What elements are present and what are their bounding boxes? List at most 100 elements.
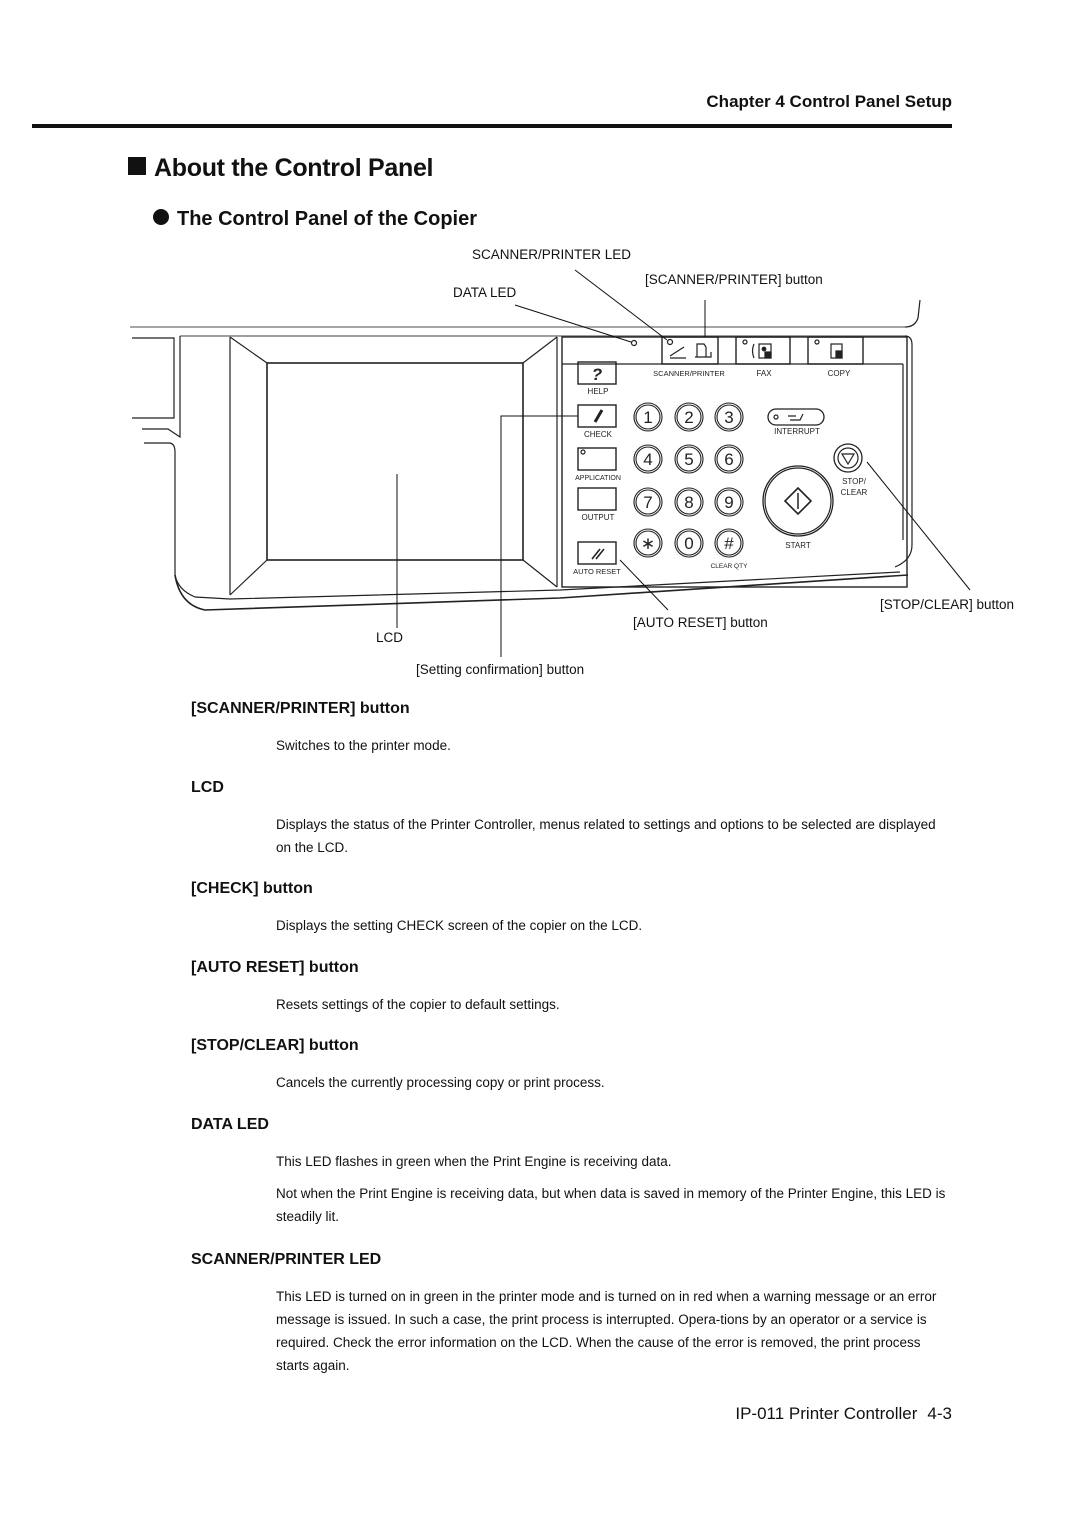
section-paragraph: This LED is turned on in green in the pr… xyxy=(276,1289,937,1373)
output-button xyxy=(577,487,617,511)
section-body: Displays the setting CHECK screen of the… xyxy=(276,914,946,946)
header-rule xyxy=(32,124,952,128)
keypad-key-0: 0 xyxy=(674,528,704,558)
keypad-key-label: 1 xyxy=(643,408,652,427)
lcd-screen xyxy=(266,362,524,561)
application-button xyxy=(577,447,617,471)
interrupt-icon xyxy=(788,413,804,421)
keypad-key-label: 5 xyxy=(684,450,693,469)
keypad-key-7: 7 xyxy=(633,487,663,517)
label-start: START xyxy=(785,541,811,550)
section-paragraph: Displays the status of the Printer Contr… xyxy=(276,817,936,855)
keypad-key-label: 2 xyxy=(684,408,693,427)
section-paragraph: Resets settings of the copier to default… xyxy=(276,997,560,1012)
label-application: APPLICATION xyxy=(575,475,621,482)
interrupt-button xyxy=(767,408,825,426)
keypad-key-label: 6 xyxy=(724,450,733,469)
page-title-text: About the Control Panel xyxy=(154,154,434,182)
numeric-keypad: 1 2 3 4 5 6 7 8 9 ∗ 0 # xyxy=(633,402,744,558)
callout-setting-confirmation-button: [Setting confirmation] button xyxy=(416,662,584,677)
control-panel-diagram: 1 2 34 5 67 8 9∗ 0 # SCANNER/PRINTER FAX COPY ? … xyxy=(130,247,1014,677)
label-stop: STOP/ xyxy=(842,477,867,486)
chapter-header: Chapter 4 Control Panel Setup xyxy=(706,92,952,111)
label-clear: CLEAR xyxy=(841,488,868,497)
section-subtitle-text: The Control Panel of the Copier xyxy=(177,208,478,230)
label-interrupt: INTERRUPT xyxy=(774,427,820,436)
keypad-key-4: 4 xyxy=(633,444,663,474)
section-body: Displays the status of the Printer Contr… xyxy=(276,813,946,868)
keypad-key-label: 9 xyxy=(724,493,733,512)
machine-top-corner xyxy=(904,299,921,328)
section-paragraph: Switches to the printer mode. xyxy=(276,738,451,753)
keypad-area xyxy=(561,336,908,588)
keypad-key-1: 1 xyxy=(633,402,663,432)
page-title: About the Control Panel xyxy=(128,154,434,183)
keypad-key-label: 0 xyxy=(684,534,693,553)
scanner-printer-mode-button xyxy=(661,336,719,365)
stop-icon xyxy=(840,453,856,466)
square-bullet-icon xyxy=(128,157,146,175)
fax-led xyxy=(742,339,748,345)
keypad-key-label: ∗ xyxy=(641,534,655,553)
section-paragraph: Displays the setting CHECK screen of the… xyxy=(276,918,643,933)
footer-product: IP-011 Printer Controller xyxy=(735,1404,918,1423)
auto-reset-icon xyxy=(591,548,605,560)
leader-stop-clear xyxy=(866,461,971,591)
callout-data-led: DATA LED xyxy=(453,285,517,300)
callout-scanner-printer-button: [SCANNER/PRINTER] button xyxy=(645,272,823,287)
fax-icon xyxy=(751,343,755,359)
section-heading: [AUTO RESET] button xyxy=(191,959,359,976)
section-paragraph: This LED flashes in green when the Print… xyxy=(276,1154,672,1169)
panel-bottom-outer xyxy=(174,574,909,611)
label-scanner-printer: SCANNER/PRINTER xyxy=(653,369,725,378)
callout-lcd: LCD xyxy=(376,630,403,645)
section-body: This LED flashes in green when the Print… xyxy=(276,1150,946,1237)
section-heading: [CHECK] button xyxy=(191,880,313,897)
copy-led xyxy=(814,339,820,345)
label-check: CHECK xyxy=(584,430,613,439)
label-help: HELP xyxy=(588,387,609,396)
section-heading: [SCANNER/PRINTER] button xyxy=(191,700,410,717)
keypad-key-hash: # xyxy=(714,528,744,558)
scanner-icon xyxy=(669,346,686,359)
panel-bottom-inner xyxy=(144,442,901,600)
help-icon: ? xyxy=(592,365,603,384)
keypad-key-2: 2 xyxy=(674,402,704,432)
label-fax: FAX xyxy=(756,369,772,378)
label-copy: COPY xyxy=(828,369,851,378)
keypad-key-5: 5 xyxy=(674,444,704,474)
left-tab-block xyxy=(132,337,175,419)
section-paragraph: Not when the Print Engine is receiving d… xyxy=(276,1186,946,1224)
section-heading: DATA LED xyxy=(191,1116,269,1133)
keypad-key-star: ∗ xyxy=(633,528,663,558)
section-heading: [STOP/CLEAR] button xyxy=(191,1037,359,1054)
page-number: 4-3 xyxy=(927,1404,952,1423)
label-clear-qty: CLEAR QTY xyxy=(711,563,749,570)
keypad-key-8: 8 xyxy=(674,487,704,517)
keypad-key-label: # xyxy=(724,534,734,553)
keypad-key-label: 3 xyxy=(724,408,733,427)
label-output: OUTPUT xyxy=(582,513,615,522)
callout-scanner-printer-led: SCANNER/PRINTER LED xyxy=(472,247,631,262)
page-footer: IP-011 Printer Controller 4-3 xyxy=(0,1404,952,1424)
callout-auto-reset-button: [AUTO RESET] button xyxy=(633,615,768,630)
section-body: Cancels the currently processing copy or… xyxy=(276,1071,946,1103)
keypad-key-9: 9 xyxy=(714,487,744,517)
keypad-key-3: 3 xyxy=(714,402,744,432)
section-heading: LCD xyxy=(191,779,224,796)
scanner-printer-led xyxy=(666,338,674,346)
leader-setting-confirmation xyxy=(500,415,578,657)
section-body: Switches to the printer mode. xyxy=(276,734,946,766)
section-body: This LED is turned on in green in the pr… xyxy=(276,1285,946,1386)
keypad-key-label: 4 xyxy=(643,450,652,469)
check-icon xyxy=(593,409,604,423)
section-heading: SCANNER/PRINTER LED xyxy=(191,1251,382,1268)
section-paragraph: Cancels the currently processing copy or… xyxy=(276,1075,605,1090)
keypad-key-label: 8 xyxy=(684,493,693,512)
section-body: Resets settings of the copier to default… xyxy=(276,993,946,1025)
keypad-key-6: 6 xyxy=(714,444,744,474)
keypad-key-label: 7 xyxy=(643,493,652,512)
printer-icon xyxy=(695,343,712,358)
callout-stop-clear-button: [STOP/CLEAR] button xyxy=(880,597,1014,612)
data-led xyxy=(630,339,638,347)
